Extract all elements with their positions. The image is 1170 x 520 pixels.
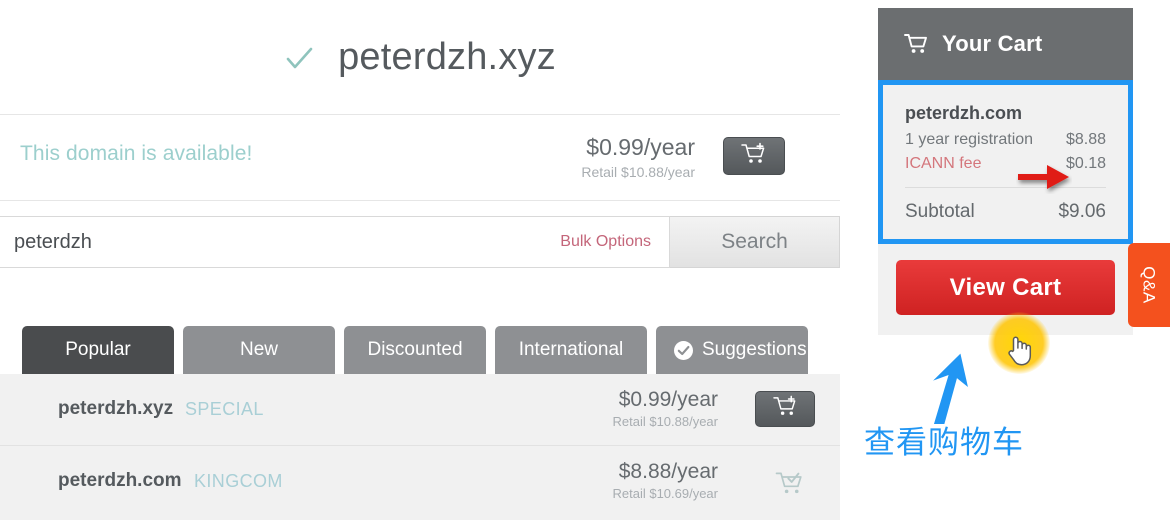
cart-item-domain: peterdzh.com [905, 103, 1023, 123]
tab-new[interactable]: New [183, 326, 335, 374]
cart-line-amount: $8.88 [1065, 131, 1106, 148]
result-category-tabs: Popular New Discounted International Sug… [22, 326, 818, 374]
tab-suggestions-label: Suggestions [702, 339, 807, 360]
add-to-cart-icon [772, 395, 798, 423]
annotation-text: 查看购物车 [864, 425, 1024, 461]
tab-popular[interactable]: Popular [22, 326, 174, 374]
cart-items-box: peterdzh.com 1 year registration $8.88 I… [878, 80, 1133, 244]
status-badge: SPECIAL [185, 399, 264, 419]
availability-price: $0.99/year [586, 134, 695, 160]
cart-line-registration: 1 year registration $8.88 [905, 131, 1106, 149]
cart-line-amount: $0.18 [1065, 155, 1106, 172]
pointer-hand-cursor-icon [1006, 334, 1032, 371]
cart-subtotal-row: Subtotal $9.06 [905, 201, 1106, 223]
result-pricing: $0.99/year Retail $10.88/year [612, 388, 718, 429]
qa-side-tab-label: Q&A [1140, 266, 1159, 304]
search-field-wrapper: Bulk Options [0, 216, 670, 268]
availability-retail-price: Retail $10.88/year [581, 164, 695, 180]
tab-suggestions[interactable]: Suggestions [656, 326, 808, 374]
cart-line-icann-fee: ICANN fee $0.18 [905, 155, 1106, 173]
result-pricing: $8.88/year Retail $10.69/year [612, 460, 718, 501]
result-retail-price: Retail $10.88/year [612, 414, 718, 429]
cart-subtotal-amount: $9.06 [1058, 201, 1106, 222]
domain-results-list: peterdzh.xyz SPECIAL $0.99/year Retail $… [0, 374, 840, 520]
cart-title: Your Cart [942, 31, 1043, 56]
tab-popular-label: Popular [65, 339, 131, 360]
divider [905, 187, 1106, 188]
cart-header: Your Cart [878, 8, 1133, 80]
tab-discounted-label: Discounted [367, 339, 463, 360]
view-cart-button[interactable]: View Cart [896, 260, 1115, 315]
domain-search-bar: Bulk Options Search [0, 216, 840, 268]
result-domain-name: peterdzh.xyz [58, 398, 174, 419]
bulk-options-link[interactable]: Bulk Options [560, 233, 669, 251]
cart-check-icon [775, 470, 805, 502]
tab-new-label: New [239, 339, 278, 360]
table-row[interactable]: peterdzh.com KINGCOM $8.88/year Retail $… [0, 446, 840, 518]
cart-sidebar: Your Cart peterdzh.com 1 year registrati… [878, 8, 1133, 335]
qa-side-tab[interactable]: Q&A [1128, 243, 1170, 327]
domain-search-panel: peterdzh.xyz This domain is available! $… [0, 0, 840, 520]
status-badge: KINGCOM [194, 471, 283, 491]
availability-pricing: $0.99/year Retail $10.88/year [581, 134, 695, 180]
search-button[interactable]: Search [670, 216, 840, 268]
add-to-cart-icon [741, 142, 767, 171]
result-retail-price: Retail $10.69/year [612, 486, 718, 501]
availability-row: This domain is available! $0.99/year Ret… [0, 116, 840, 201]
add-to-cart-button[interactable] [755, 391, 815, 427]
table-row[interactable]: peterdzh.xyz SPECIAL $0.99/year Retail $… [0, 374, 840, 446]
cart-check-button[interactable] [770, 470, 810, 502]
result-domain-name: peterdzh.com [58, 470, 182, 491]
page-root: peterdzh.xyz This domain is available! $… [0, 0, 1170, 520]
check-icon [284, 44, 314, 74]
tab-international[interactable]: International [495, 326, 647, 374]
cart-footer: View Cart [878, 244, 1133, 335]
check-circle-icon [674, 340, 693, 360]
domain-header: peterdzh.xyz [0, 0, 840, 115]
cart-subtotal-label: Subtotal [905, 201, 975, 222]
page-title: peterdzh.xyz [338, 35, 556, 78]
cart-line-label: ICANN fee [905, 155, 982, 172]
result-price: $0.99/year [618, 388, 718, 411]
tab-international-label: International [518, 339, 624, 360]
search-input[interactable] [0, 230, 561, 254]
add-to-cart-button[interactable] [723, 137, 785, 175]
result-price: $8.88/year [618, 460, 718, 483]
tab-discounted[interactable]: Discounted [344, 326, 486, 374]
shopping-cart-icon [904, 33, 930, 55]
cart-line-label: 1 year registration [905, 131, 1034, 148]
availability-message: This domain is available! [20, 142, 253, 165]
view-cart-label: View Cart [949, 273, 1062, 301]
